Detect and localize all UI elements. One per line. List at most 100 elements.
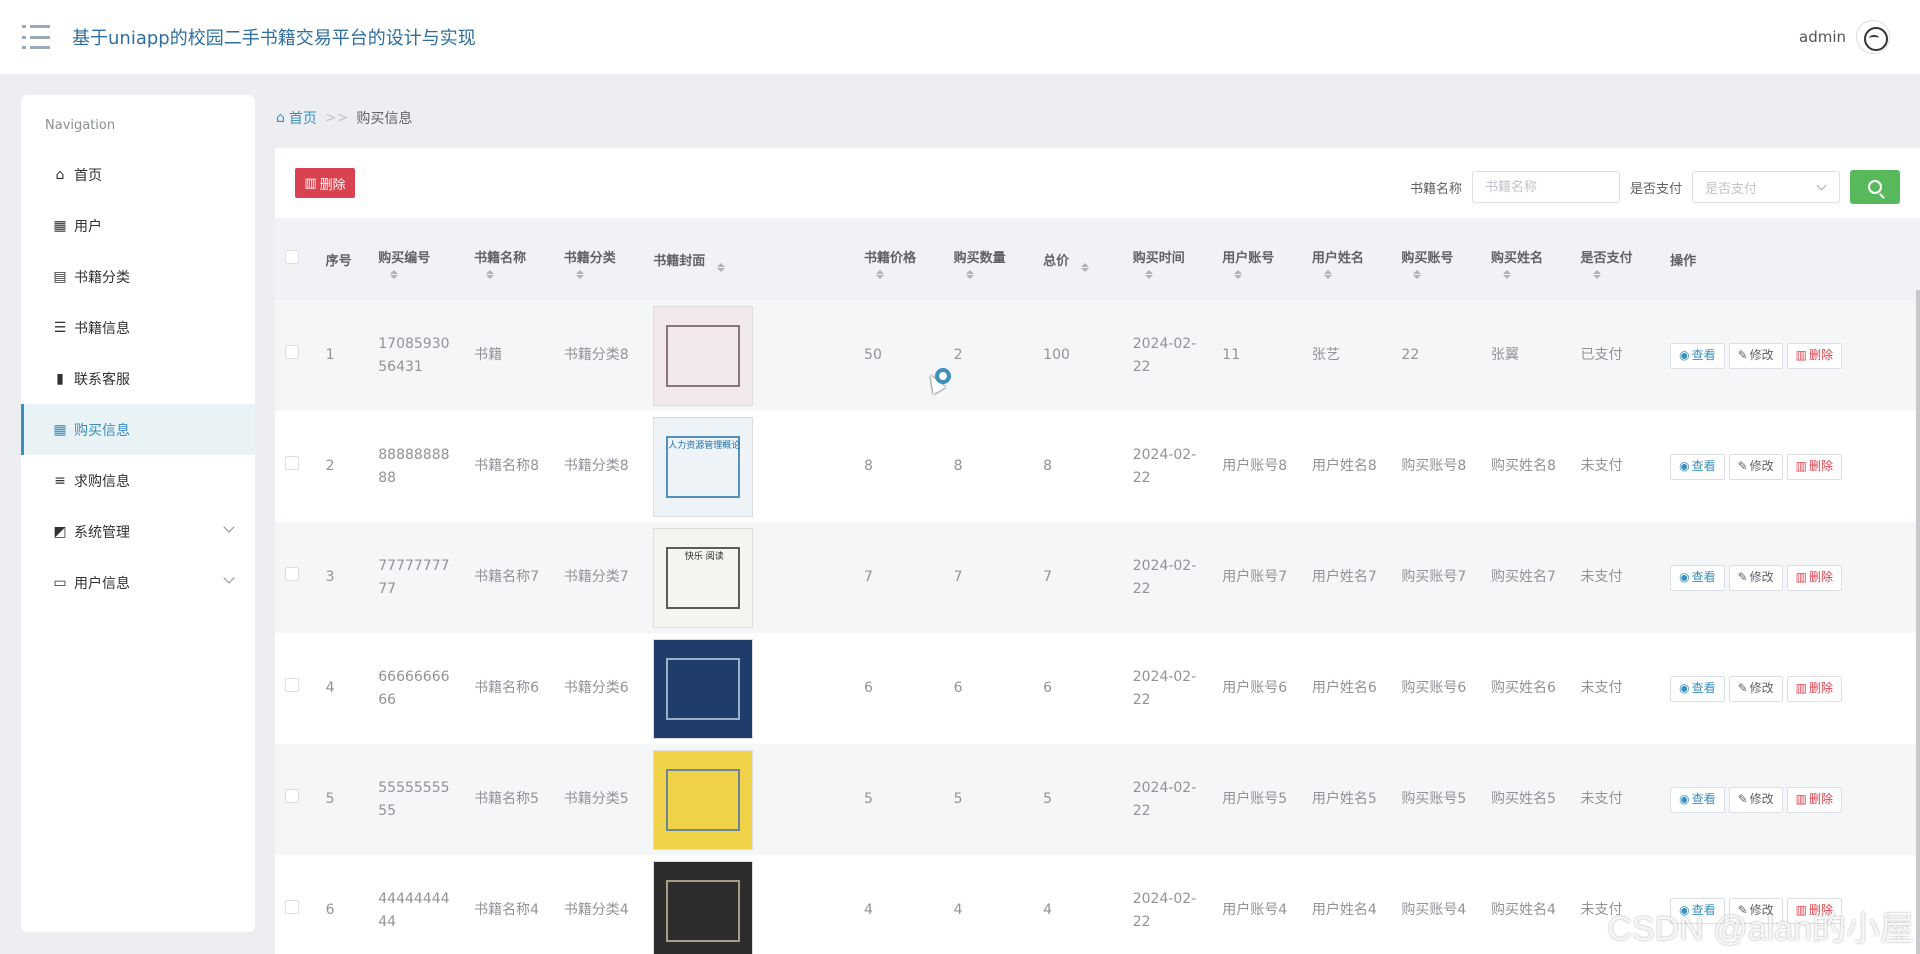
row-checkbox[interactable] — [285, 678, 299, 692]
purchase-no-part: 88 — [378, 469, 397, 486]
header-idx: 序号 — [325, 218, 379, 300]
avatar[interactable] — [1856, 20, 1890, 54]
header-actions: 操作 — [1670, 218, 1920, 300]
breadcrumb-home[interactable]: 首页 — [289, 108, 317, 128]
header-total[interactable]: 总价 — [1043, 218, 1133, 300]
book-cover-image[interactable] — [653, 638, 754, 739]
sidebar-item-book-info[interactable]: ☰ 书籍信息 — [21, 302, 255, 353]
paid-select[interactable]: 是否支付 — [1692, 171, 1840, 203]
cell-buy-account: 购买账号6 — [1401, 633, 1491, 744]
cell-user-account: 用户账号6 — [1222, 633, 1312, 744]
book-cover-image[interactable]: 快乐 阅读 — [653, 527, 754, 628]
header-purchase-no[interactable]: 购买编号 — [378, 218, 475, 300]
delete-button[interactable]: ▥ 删除 — [1786, 453, 1843, 480]
row-checkbox[interactable] — [285, 567, 299, 581]
batch-delete-button[interactable]: ▥ 删除 — [295, 168, 355, 198]
row-checkbox[interactable] — [285, 789, 299, 803]
header-label: 购买数量 — [953, 250, 1006, 266]
cell-book-cover — [653, 300, 865, 411]
select-all-checkbox[interactable] — [285, 250, 299, 264]
cell-total: 100 — [1043, 300, 1133, 411]
sidebar-item-home[interactable]: ⌂ 首页 — [21, 149, 255, 200]
cover-art — [666, 879, 741, 942]
cell-book-category: 书籍分类4 — [563, 855, 654, 954]
home-icon: ⌂ — [55, 166, 65, 183]
date-part: 22 — [1132, 358, 1151, 375]
view-button[interactable]: ◉ 查看 — [1670, 453, 1725, 480]
delete-button[interactable]: ▥ 删除 — [1786, 675, 1843, 702]
header-quantity[interactable]: 购买数量 — [953, 218, 1044, 300]
sidebar-item-system[interactable]: ◩ 系统管理 — [21, 506, 255, 557]
book-cover-image[interactable]: 人力资源管理概论 — [653, 416, 754, 517]
scrollbar[interactable] — [1916, 290, 1920, 954]
bar-chart-icon: ▮ — [56, 370, 64, 387]
menu-toggle-icon[interactable] — [22, 25, 52, 49]
edit-button[interactable]: ✎ 修改 — [1728, 786, 1783, 813]
header-buy-account[interactable]: 购买账号 — [1401, 218, 1491, 300]
clipboard-icon: ▤ — [53, 268, 67, 285]
header-user-name[interactable]: 用户姓名 — [1311, 218, 1402, 300]
top-header: 基于uniapp的校园二手书籍交易平台的设计与实现 admin — [0, 0, 1920, 74]
cell-purchase-no: 88888888 88 — [378, 411, 475, 522]
cell-book-cover — [653, 855, 865, 954]
header-book-name[interactable]: 书籍名称 — [474, 218, 564, 300]
row-checkbox[interactable] — [285, 345, 299, 359]
cell-idx: 5 — [325, 744, 379, 855]
header-book-category[interactable]: 书籍分类 — [563, 218, 654, 300]
edit-button[interactable]: ✎ 修改 — [1728, 342, 1783, 369]
edit-icon: ✎ — [1737, 792, 1748, 806]
cell-buy-account: 购买账号5 — [1401, 744, 1491, 855]
delete-button[interactable]: ▥ 删除 — [1786, 786, 1843, 813]
select-all-cell — [275, 218, 326, 300]
sidebar-item-contact-service[interactable]: ▮ 联系客服 — [21, 353, 255, 404]
cell-price: 5 — [864, 744, 954, 855]
date-part: 2024-02- — [1132, 890, 1197, 907]
nav-list: ⌂ 首页 ▦ 用户 ▤ 书籍分类 ☰ 书籍信息 ▮ 联系客服 ▦ 购买信息 ≡ … — [21, 149, 255, 608]
header-buy-name[interactable]: 购买姓名 — [1490, 218, 1581, 300]
view-button[interactable]: ◉ 查看 — [1670, 786, 1725, 813]
eye-icon: ◉ — [1679, 681, 1690, 695]
view-button[interactable]: ◉ 查看 — [1670, 675, 1725, 702]
cell-paid: 未支付 — [1580, 633, 1671, 744]
view-button[interactable]: ◉ 查看 — [1670, 564, 1725, 591]
cell-total: 7 — [1043, 522, 1133, 633]
header-label: 用户账号 — [1222, 250, 1275, 266]
header-user-account[interactable]: 用户账号 — [1222, 218, 1312, 300]
header-book-price[interactable]: 书籍价格 — [864, 218, 954, 300]
edit-button[interactable]: ✎ 修改 — [1728, 564, 1783, 591]
delete-button[interactable]: ▥ 删除 — [1786, 342, 1843, 369]
header-purchase-time[interactable]: 购买时间 — [1132, 218, 1223, 300]
sidebar-item-book-category[interactable]: ▤ 书籍分类 — [21, 251, 255, 302]
book-cover-image[interactable] — [653, 749, 754, 850]
user-menu[interactable]: admin — [1799, 20, 1890, 54]
sidebar-item-want-info[interactable]: ≡ 求购信息 — [21, 455, 255, 506]
view-button[interactable]: ◉ 查看 — [1670, 342, 1725, 369]
date-part: 2024-02- — [1132, 557, 1197, 574]
cell-price: 50 — [864, 300, 954, 411]
cell-idx: 6 — [325, 855, 379, 954]
cell-idx: 4 — [325, 633, 379, 744]
book-cover-image[interactable] — [653, 860, 754, 954]
book-cover-image[interactable] — [653, 305, 754, 406]
header-paid[interactable]: 是否支付 — [1580, 218, 1671, 300]
book-name-input[interactable] — [1471, 171, 1620, 203]
search-button[interactable] — [1850, 170, 1900, 204]
edit-button[interactable]: ✎ 修改 — [1728, 453, 1783, 480]
line-chart-icon: ◩ — [53, 523, 67, 540]
delete-button[interactable]: ▥ 删除 — [1786, 564, 1843, 591]
sidebar-item-user-info[interactable]: ▭ 用户信息 — [21, 557, 255, 608]
cell-book-category: 书籍分类8 — [563, 300, 654, 411]
row-checkbox[interactable] — [285, 456, 299, 470]
edit-button[interactable]: ✎ 修改 — [1728, 675, 1783, 702]
header-book-cover[interactable]: 书籍封面 — [653, 218, 865, 300]
purchase-no-part: 56431 — [378, 358, 423, 375]
view-label: 查看 — [1691, 792, 1716, 806]
cell-purchase-no: 66666666 66 — [378, 633, 475, 744]
row-checkbox[interactable] — [285, 900, 299, 914]
sidebar-item-purchase-info[interactable]: ▦ 购买信息 — [21, 404, 255, 455]
header-label: 用户姓名 — [1311, 250, 1364, 266]
view-label: 查看 — [1691, 570, 1716, 584]
paid-select-placeholder: 是否支付 — [1705, 181, 1758, 197]
sidebar-item-users[interactable]: ▦ 用户 — [21, 200, 255, 251]
cell-book-name: 书籍名称6 — [474, 633, 564, 744]
